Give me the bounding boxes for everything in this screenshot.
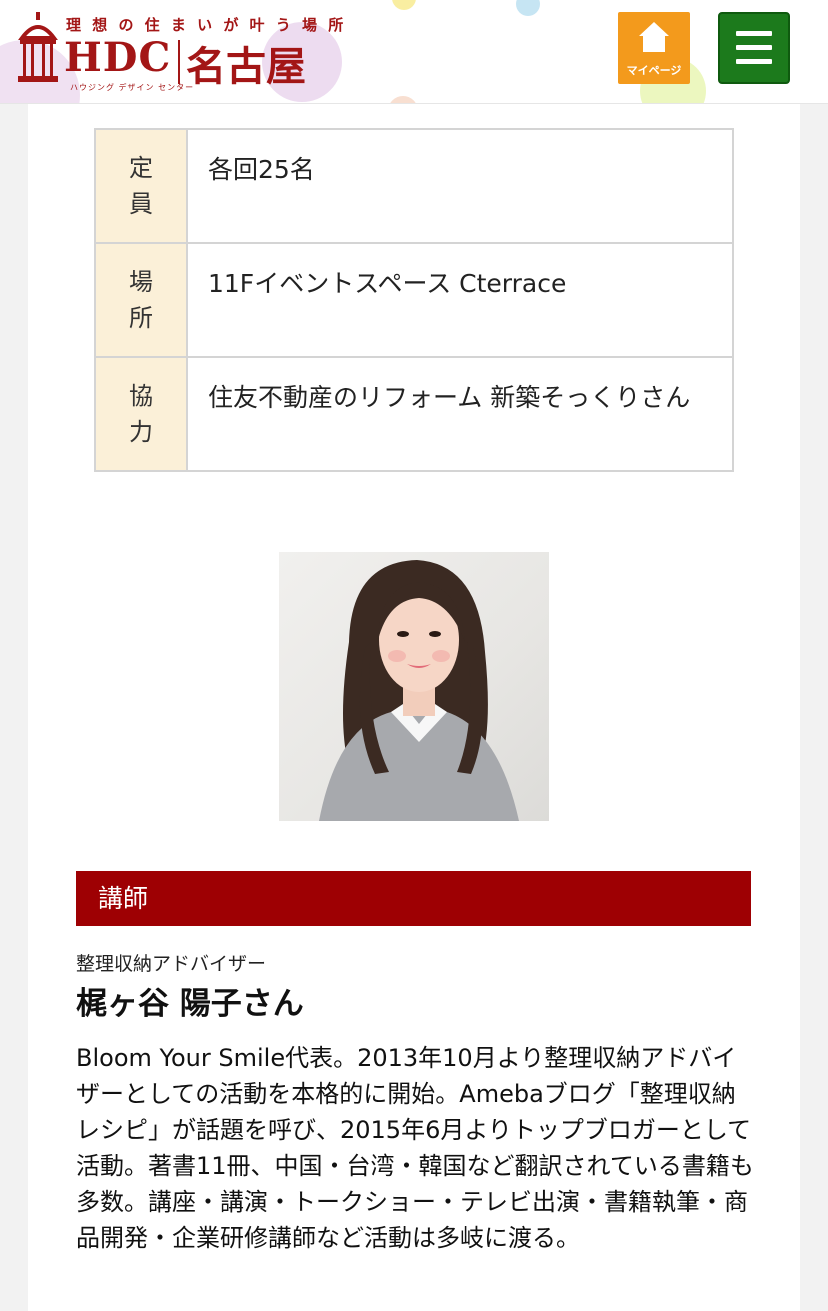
- decorative-dot: [388, 96, 418, 103]
- instructor-bio: Bloom Your Smile代表。2013年10月より整理収納アドバイザーと…: [76, 1044, 754, 1252]
- table-row: 場所 11Fイベントスペース Cterrace: [94, 242, 734, 358]
- menu-icon-bar: [736, 59, 772, 64]
- logo-brand: HDC: [64, 34, 172, 81]
- table-row: 定員 各回25名: [94, 128, 734, 244]
- logo-divider: [178, 40, 180, 84]
- logo-subline: ハウジング デザイン センター: [70, 83, 195, 92]
- instructor-section-heading: 講師: [76, 871, 751, 926]
- row-value-capacity: 各回25名: [186, 128, 734, 244]
- table-row: 協力 住友不動産のリフォーム 新築そっくりさん: [94, 356, 734, 472]
- logo-tagline: 理 想 の 住 ま い が 叶 う 場 所: [66, 16, 347, 34]
- hamburger-menu-button[interactable]: [718, 12, 790, 84]
- site-header: 理 想 の 住 ま い が 叶 う 場 所 HDC 名古屋 ハウジング デザイン…: [0, 0, 828, 104]
- birdcage-logo-icon: [18, 12, 58, 82]
- event-info-table: 定員 各回25名 場所 11Fイベントスペース Cterrace 協力 住友不動…: [94, 128, 734, 472]
- mypage-button[interactable]: マイページ: [618, 12, 690, 84]
- home-icon: [639, 22, 669, 52]
- mypage-label: マイページ: [626, 64, 682, 77]
- main-content: 定員 各回25名 場所 11Fイベントスペース Cterrace 協力 住友不動…: [28, 104, 800, 1311]
- menu-icon-bar: [736, 45, 772, 50]
- decorative-dot: [516, 0, 540, 16]
- row-value-cooperation: 住友不動産のリフォーム 新築そっくりさん: [186, 356, 734, 472]
- row-value-venue: 11Fイベントスペース Cterrace: [186, 242, 734, 358]
- logo-city: 名古屋: [186, 43, 306, 90]
- instructor-name: 梶ヶ谷 陽子さん: [76, 986, 304, 1022]
- site-logo[interactable]: 理 想 の 住 ま い が 叶 う 場 所 HDC 名古屋 ハウジング デザイン…: [18, 10, 348, 100]
- decorative-dot: [392, 0, 416, 10]
- menu-icon-bar: [736, 31, 772, 36]
- row-header-cooperation: 協力: [94, 356, 188, 472]
- row-header-capacity: 定員: [94, 128, 188, 244]
- row-header-venue: 場所: [94, 242, 188, 358]
- portrait-illustration: [319, 560, 519, 821]
- instructor-role: 整理収納アドバイザー: [76, 953, 267, 975]
- instructor-photo: [279, 552, 549, 821]
